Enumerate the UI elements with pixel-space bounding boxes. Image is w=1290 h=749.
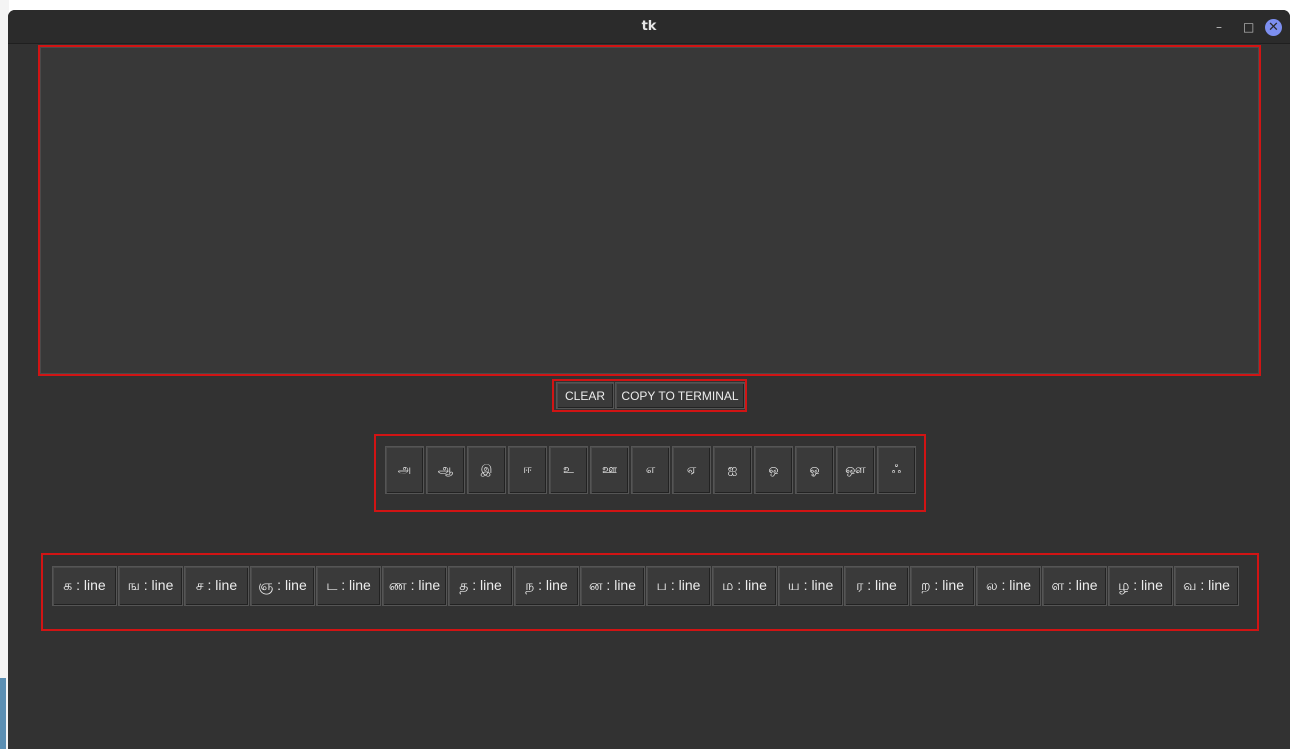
clear-button[interactable]: CLEAR	[556, 382, 614, 409]
text-editor[interactable]	[38, 45, 1261, 376]
vowel-button[interactable]: ஈ	[508, 446, 547, 494]
desktop-accent	[0, 678, 6, 749]
consonant-line-button[interactable]: ழ : line	[1108, 566, 1173, 606]
consonant-line-button[interactable]: ய : line	[778, 566, 843, 606]
consonant-line-button[interactable]: த : line	[448, 566, 513, 606]
close-icon[interactable]: ✕	[1265, 19, 1282, 36]
consonant-line-button[interactable]: ல : line	[976, 566, 1041, 606]
consonant-line-button[interactable]: ட : line	[316, 566, 381, 606]
consonant-line-button[interactable]: ஞ : line	[250, 566, 315, 606]
vowel-button[interactable]: ஆ	[426, 446, 465, 494]
consonant-line-button[interactable]: ற : line	[910, 566, 975, 606]
vowel-button[interactable]: ஓ	[795, 446, 834, 494]
action-button-group: CLEAR COPY TO TERMINAL	[552, 379, 747, 412]
vowel-button[interactable]: எ	[631, 446, 670, 494]
consonant-line-button[interactable]: ச : line	[184, 566, 249, 606]
vowel-button[interactable]: ஐ	[713, 446, 752, 494]
consonant-line-button[interactable]: ந : line	[514, 566, 579, 606]
copy-to-terminal-button[interactable]: COPY TO TERMINAL	[615, 382, 745, 409]
app-window: tk – □ ✕ CLEAR COPY TO TERMINAL அ ஆ இ ஈ …	[8, 10, 1290, 749]
consonant-line-button[interactable]: ர : line	[844, 566, 909, 606]
minimize-icon[interactable]: –	[1216, 19, 1228, 35]
desktop-background	[0, 0, 1290, 10]
consonant-line-button[interactable]: வ : line	[1174, 566, 1239, 606]
consonant-line-button[interactable]: ன : line	[580, 566, 645, 606]
window-title: tk	[641, 19, 657, 34]
vowel-button[interactable]: உ	[549, 446, 588, 494]
vowel-button[interactable]: ஃ	[877, 446, 916, 494]
vowel-button[interactable]: ஊ	[590, 446, 629, 494]
consonant-line-button[interactable]: ண : line	[382, 566, 447, 606]
consonant-line-button[interactable]: ப : line	[646, 566, 711, 606]
consonant-line-button[interactable]: ள : line	[1042, 566, 1107, 606]
vowel-button[interactable]: இ	[467, 446, 506, 494]
vowel-button[interactable]: அ	[385, 446, 424, 494]
vowel-button[interactable]: ஒ	[754, 446, 793, 494]
vowel-button-group: அ ஆ இ ஈ உ ஊ எ ஏ ஐ ஒ ஓ ஔ ஃ	[374, 434, 926, 512]
vowel-button[interactable]: ஔ	[836, 446, 875, 494]
maximize-icon[interactable]: □	[1243, 19, 1255, 35]
vowel-button[interactable]: ஏ	[672, 446, 711, 494]
consonant-button-group: க : line ங : line ச : line ஞ : line ட : …	[41, 553, 1259, 631]
consonant-line-button[interactable]: க : line	[52, 566, 117, 606]
consonant-line-button[interactable]: ம : line	[712, 566, 777, 606]
consonant-line-button[interactable]: ங : line	[118, 566, 183, 606]
title-bar[interactable]: tk – □ ✕	[8, 10, 1290, 44]
